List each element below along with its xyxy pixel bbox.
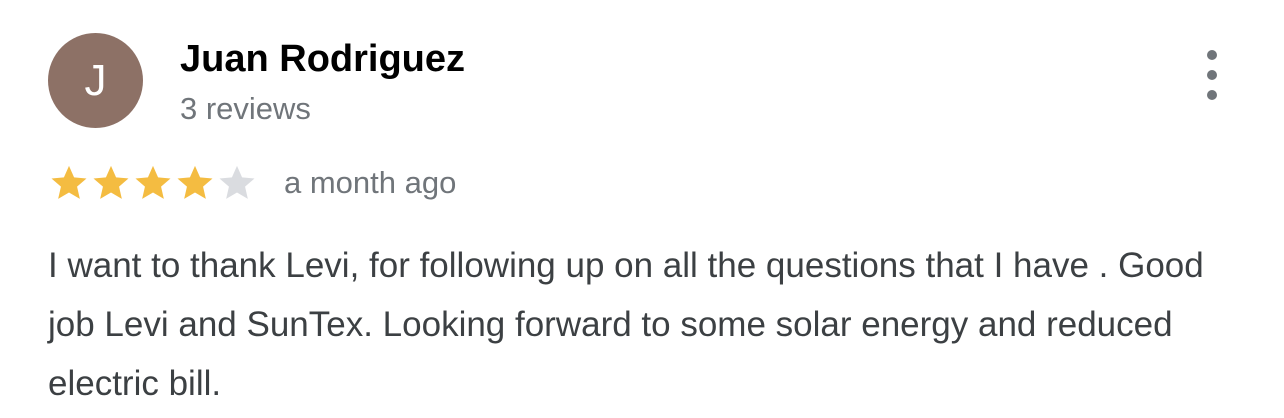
rating-row: a month ago — [48, 160, 456, 206]
star-empty-icon — [219, 165, 255, 199]
menu-dot — [1207, 50, 1217, 60]
reviewer-name[interactable]: Juan Rodriguez — [180, 38, 465, 81]
star-rating — [48, 162, 258, 204]
menu-dot — [1207, 90, 1217, 100]
review-text: I want to thank Levi, for following up o… — [48, 246, 1204, 403]
review-card: J Juan Rodriguez 3 reviews a month ago I… — [0, 0, 1284, 418]
star-filled-icon — [135, 165, 171, 199]
avatar[interactable]: J — [48, 33, 143, 128]
star-filled-icon — [51, 165, 87, 199]
star-filled-icon — [177, 165, 213, 199]
review-count[interactable]: 3 reviews — [180, 91, 311, 127]
more-vert-icon[interactable] — [1192, 50, 1232, 100]
star-filled-icon — [93, 165, 129, 199]
menu-dot — [1207, 70, 1217, 80]
review-time: a month ago — [284, 165, 457, 200]
